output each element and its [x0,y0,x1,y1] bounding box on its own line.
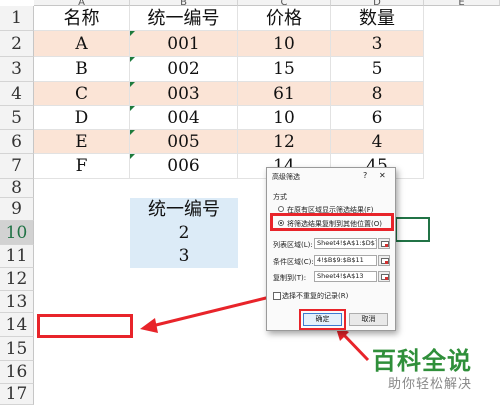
watermark-logo: 百科全说 助你轻松解决 [332,336,497,400]
table-cell[interactable]: 8 [331,82,424,106]
target-cell-highlight [37,314,133,338]
table-cell[interactable]: 12 [238,130,331,154]
table-cell[interactable]: C [34,82,130,106]
table-cell[interactable]: 61 [238,82,331,106]
range-picker-icon[interactable] [378,238,390,249]
range-picker-icon[interactable] [378,255,390,266]
row-header-13[interactable]: 13 [0,291,34,313]
option-highlight [270,213,394,231]
row-header-7[interactable]: 7 [0,154,34,179]
row-header-1[interactable]: 1 [0,6,34,31]
table-cell-text: 003 [167,84,200,104]
table-cell-text: 005 [167,132,200,152]
watermark-title: 百科全说 [372,347,472,375]
table-cell[interactable]: 004 [130,106,238,130]
unique-records-checkbox[interactable] [273,292,281,300]
table-cell-text: 001 [167,34,200,54]
copy-to-input[interactable]: Sheet4!$A$13 [314,271,377,282]
criteria-value[interactable]: 3 [130,245,238,268]
table-cell[interactable]: D [34,106,130,130]
table-cell[interactable]: 10 [238,31,331,57]
table-cell[interactable]: 6 [331,106,424,130]
table-cell[interactable]: 002 [130,57,238,82]
row-header-8[interactable]: 8 [0,179,34,198]
row-header-4[interactable]: 4 [0,82,34,106]
method-label: 方式 [273,193,287,201]
table-cell[interactable]: B [34,57,130,82]
table-cell[interactable]: A [34,31,130,57]
range-picker-icon[interactable] [378,271,390,282]
table-cell[interactable]: 006 [130,154,238,179]
active-cell-indicator[interactable] [395,217,430,242]
table-cell[interactable]: 5 [331,57,424,82]
criteria-range-input[interactable]: 4!$B$9:$B$11 [314,255,377,266]
dialog-title: 高级筛选 [272,173,300,181]
table-cell[interactable]: 001 [130,31,238,57]
column-header-e[interactable]: E [424,0,500,8]
table-cell[interactable]: 003 [130,82,238,106]
advanced-filter-dialog: 高级筛选 ? ✕ 方式 在原有区域显示筛选结果(F) 将筛选结果复制到其他位置(… [266,167,396,331]
row-header-3[interactable]: 3 [0,57,34,82]
table-cell[interactable]: E [34,130,130,154]
table-header-name[interactable]: 名称 [34,6,130,31]
row-header-10[interactable]: 10 [0,221,34,245]
copy-to-label: 复制到(T): [273,274,307,282]
list-range-label: 列表区域(L): [273,241,313,249]
table-cell[interactable]: F [34,154,130,179]
table-cell[interactable]: 3 [331,31,424,57]
row-header-5[interactable]: 5 [0,106,34,130]
criteria-value[interactable]: 2 [130,221,238,245]
row-header-12[interactable]: 12 [0,268,34,291]
radio-in-place[interactable] [278,206,284,212]
table-cell-text: 002 [167,59,200,79]
row-header-2[interactable]: 2 [0,31,34,57]
table-cell-text: 004 [167,108,200,128]
row-header-6[interactable]: 6 [0,130,34,154]
table-cell-text: 006 [167,156,200,176]
row-header-17[interactable]: 17 [0,384,34,405]
table-cell[interactable]: 15 [238,57,331,82]
row-header-15[interactable]: 15 [0,337,34,361]
row-header-9[interactable]: 9 [0,198,34,221]
row-header-14[interactable]: 14 [0,313,34,337]
criteria-header[interactable]: 统一编号 [130,198,238,221]
table-cell[interactable]: 4 [331,130,424,154]
spreadsheet: A B C D E 1 2 3 4 5 6 7 8 9 10 11 12 13 … [0,0,500,405]
unique-records-label: 选择不重复的记录(R) [282,292,349,300]
row-header-11[interactable]: 11 [0,245,34,268]
table-header-quantity[interactable]: 数量 [331,6,424,31]
help-icon[interactable]: ? [363,171,367,180]
criteria-range-label: 条件区域(C): [273,258,314,266]
cancel-button[interactable]: 取消 [349,313,388,326]
table-header-id[interactable]: 统一编号 [130,6,238,31]
table-cell[interactable]: 005 [130,130,238,154]
close-icon[interactable]: ✕ [379,171,386,180]
ok-button-highlight [299,309,346,330]
table-header-price[interactable]: 价格 [238,6,331,31]
watermark-subtitle: 助你轻松解决 [388,377,473,392]
list-range-input[interactable]: Sheet4!$A$1:$D$7 [314,238,377,249]
table-cell[interactable]: 10 [238,106,331,130]
row-header-16[interactable]: 16 [0,361,34,384]
